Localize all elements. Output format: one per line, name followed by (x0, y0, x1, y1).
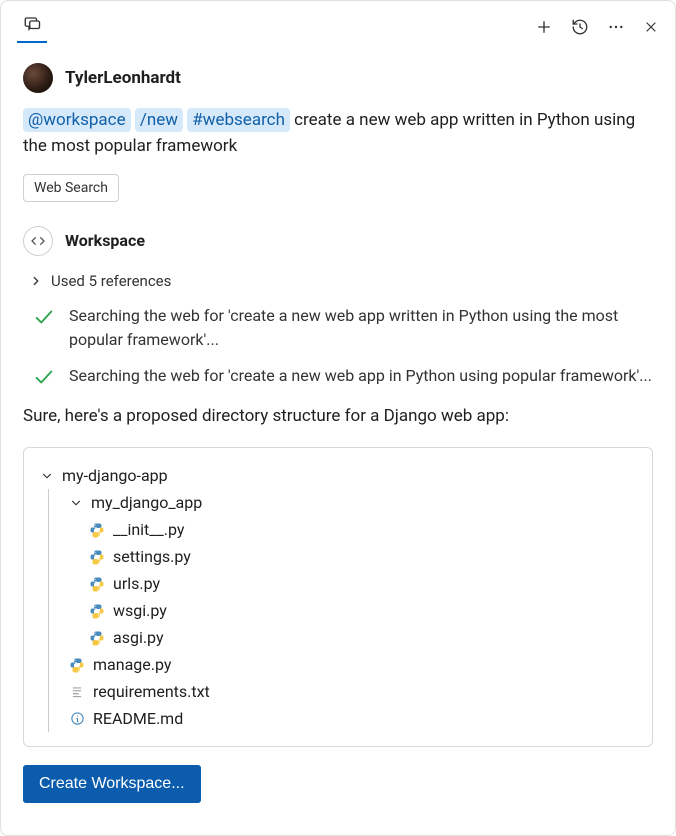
chip-websearch[interactable]: #websearch (187, 108, 290, 132)
tree-folder-pkg[interactable]: my_django_app (49, 489, 636, 516)
chat-tab[interactable] (17, 11, 47, 43)
info-icon (69, 711, 85, 727)
chevron-down-icon (69, 496, 83, 510)
chat-content: TylerLeonhardt @workspace /new #websearc… (1, 45, 675, 821)
file-label: asgi.py (113, 628, 164, 647)
file-label: wsgi.py (113, 601, 167, 620)
tree-file[interactable]: README.md (49, 705, 636, 732)
agent-header: Workspace (23, 226, 653, 256)
create-workspace-button[interactable]: Create Workspace... (23, 765, 201, 803)
plus-icon (535, 18, 553, 36)
python-icon (69, 657, 85, 673)
chip-new[interactable]: /new (135, 108, 183, 132)
tree-file[interactable]: wsgi.py (49, 597, 636, 624)
file-label: requirements.txt (93, 682, 210, 701)
references-toggle[interactable]: Used 5 references (29, 272, 653, 290)
python-icon (89, 603, 105, 619)
folder-label: my_django_app (91, 493, 202, 512)
chevron-right-icon (29, 274, 43, 288)
agent-name: Workspace (65, 231, 145, 250)
tree-file[interactable]: __init__.py (49, 516, 636, 543)
code-icon (30, 233, 46, 249)
file-tree: my-django-app my_django_app __init__.py … (23, 447, 653, 747)
file-label: __init__.py (113, 520, 184, 539)
history-icon (571, 18, 589, 36)
agent-avatar (23, 226, 53, 256)
tree-file[interactable]: requirements.txt (49, 678, 636, 705)
check-icon (33, 366, 55, 388)
progress-step: Searching the web for 'create a new web … (33, 364, 653, 388)
tree-file[interactable]: asgi.py (49, 624, 636, 651)
step-text: Searching the web for 'create a new web … (69, 304, 653, 352)
more-button[interactable] (607, 18, 625, 36)
text-file-icon (69, 684, 85, 700)
python-icon (89, 576, 105, 592)
close-icon (643, 19, 659, 35)
tree-folder-root[interactable]: my-django-app (40, 462, 636, 489)
references-label: Used 5 references (51, 272, 171, 290)
python-icon (89, 630, 105, 646)
python-icon (89, 522, 105, 538)
file-label: manage.py (93, 655, 171, 674)
chevron-down-icon (40, 469, 54, 483)
response-intro: Sure, here's a proposed directory struct… (23, 404, 653, 430)
user-header: TylerLeonhardt (23, 63, 653, 93)
progress-step: Searching the web for 'create a new web … (33, 304, 653, 352)
check-icon (33, 306, 55, 328)
close-button[interactable] (643, 19, 659, 35)
web-search-tag[interactable]: Web Search (23, 174, 119, 202)
history-button[interactable] (571, 18, 589, 36)
python-icon (89, 549, 105, 565)
ellipsis-icon (607, 18, 625, 36)
file-label: urls.py (113, 574, 160, 593)
tree-file[interactable]: manage.py (49, 651, 636, 678)
avatar (23, 63, 53, 93)
user-query: @workspace /new #websearch create a new … (23, 107, 653, 160)
step-text: Searching the web for 'create a new web … (69, 364, 653, 388)
chip-workspace[interactable]: @workspace (23, 108, 131, 132)
new-chat-button[interactable] (535, 18, 553, 36)
tree-file[interactable]: urls.py (49, 570, 636, 597)
folder-label: my-django-app (62, 466, 168, 485)
file-label: settings.py (113, 547, 191, 566)
file-label: README.md (93, 709, 183, 728)
tree-file[interactable]: settings.py (49, 543, 636, 570)
toolbar (1, 1, 675, 45)
username: TylerLeonhardt (65, 68, 181, 88)
chat-icon (23, 15, 41, 33)
